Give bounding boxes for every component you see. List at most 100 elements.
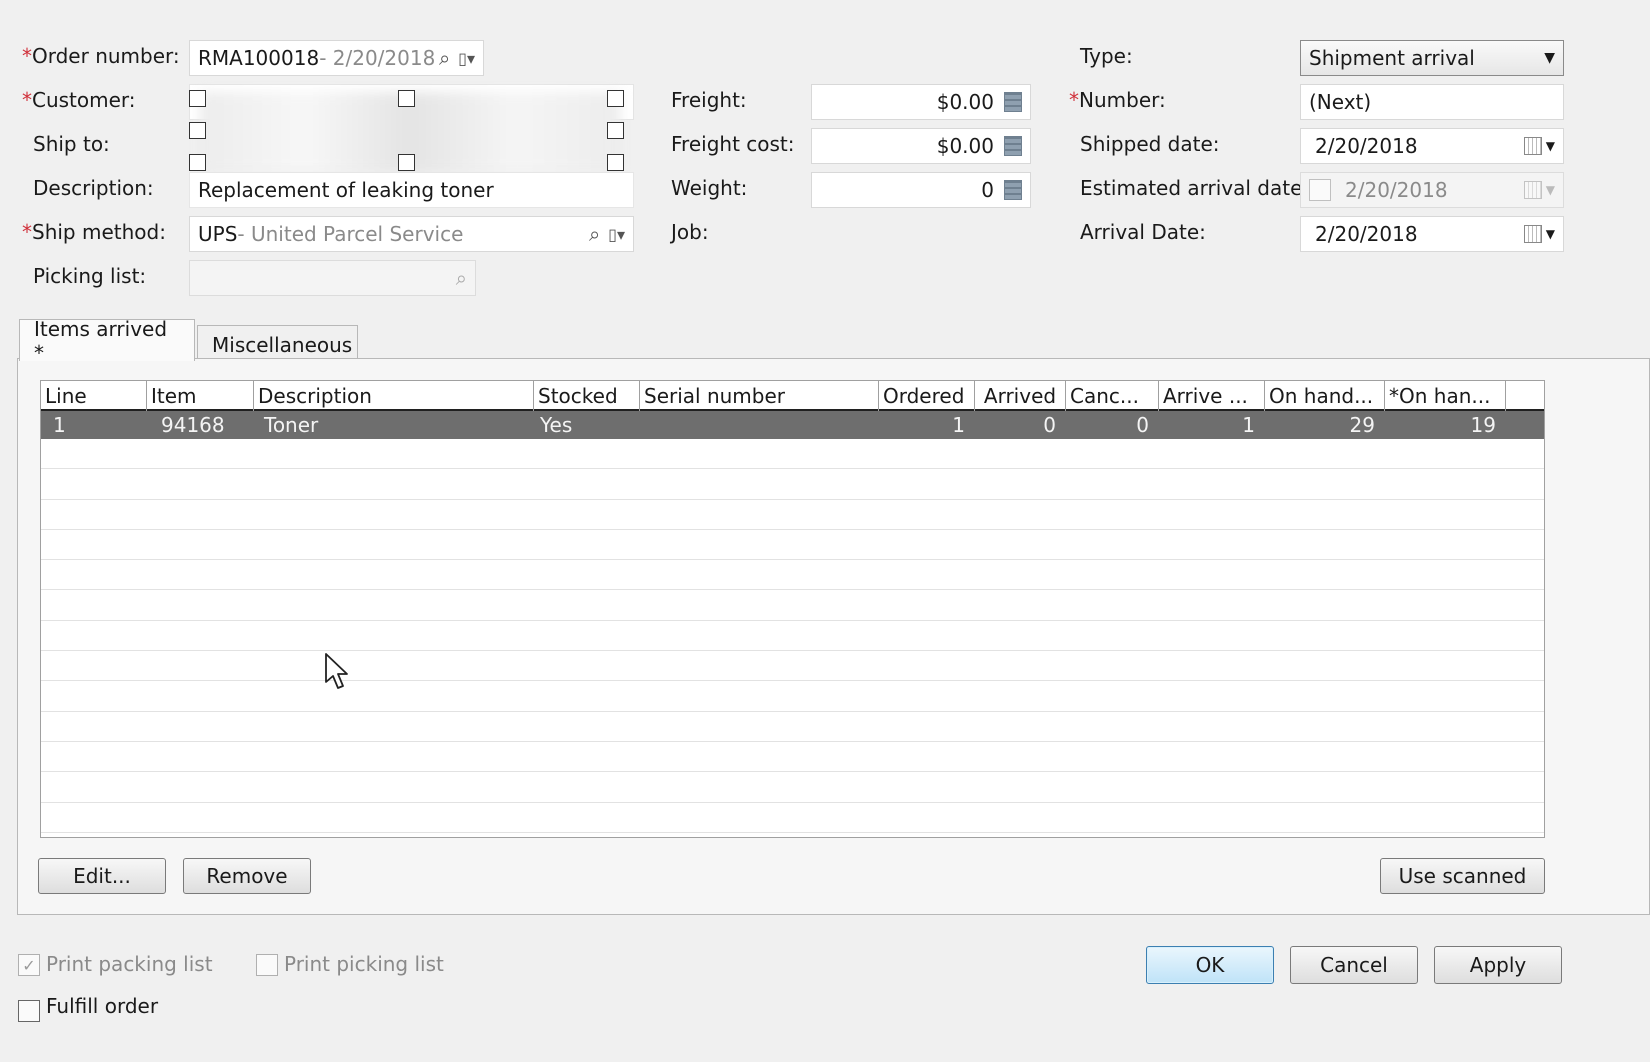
fulfill-order-checkbox[interactable] bbox=[18, 1000, 40, 1022]
calculator-icon[interactable] bbox=[1004, 92, 1022, 112]
tab-items-arrived[interactable]: Items arrived * bbox=[19, 317, 195, 365]
print-picking-list-label[interactable]: Print picking list bbox=[284, 952, 444, 976]
cell-stocked: Yes bbox=[540, 413, 573, 437]
cell-on-hand-after: 19 bbox=[1470, 413, 1496, 437]
column-header[interactable]: Serial number bbox=[640, 381, 879, 411]
empty-row bbox=[41, 500, 1544, 530]
ok-button[interactable]: OK bbox=[1146, 946, 1274, 984]
calendar-icon[interactable] bbox=[1523, 137, 1542, 155]
required-mark: * bbox=[22, 44, 32, 68]
chevron-down-icon[interactable]: ▼ bbox=[1546, 227, 1555, 241]
print-packing-list-label[interactable]: Print packing list bbox=[46, 952, 213, 976]
description-value: Replacement of leaking toner bbox=[198, 178, 494, 202]
lookup-icon[interactable]: ⌕ bbox=[589, 222, 600, 246]
items-grid[interactable]: Line Item Description Stocked Serial num… bbox=[40, 380, 1545, 838]
chevron-down-icon: ▼ bbox=[1545, 183, 1555, 197]
customer-label-text: Customer: bbox=[32, 88, 136, 112]
cell-arrived: 0 bbox=[1043, 413, 1056, 437]
estimated-arrival-value: 2/20/2018 bbox=[1345, 178, 1448, 202]
ship-method-field[interactable]: UPS - United Parcel Service ⌕ ▯▾ bbox=[189, 216, 634, 252]
resize-handle[interactable] bbox=[189, 122, 206, 139]
cell-cancelled: 0 bbox=[1136, 413, 1149, 437]
estimated-arrival-field[interactable]: 2/20/2018 ▼ bbox=[1300, 172, 1564, 208]
type-value: Shipment arrival bbox=[1309, 46, 1475, 70]
picking-list-field: ⌕ bbox=[189, 260, 476, 296]
column-header[interactable]: Stocked bbox=[534, 381, 640, 411]
freight-cost-field[interactable]: $0.00 bbox=[811, 128, 1031, 164]
weight-label: Weight: bbox=[671, 176, 748, 200]
type-select[interactable]: Shipment arrival ▼ bbox=[1300, 40, 1564, 76]
column-header[interactable]: On hand... bbox=[1265, 381, 1385, 411]
empty-row bbox=[41, 530, 1544, 561]
weight-field[interactable]: 0 bbox=[811, 172, 1031, 208]
empty-row bbox=[41, 439, 1544, 470]
mouse-cursor-icon bbox=[325, 653, 348, 689]
shipped-date-field[interactable]: 2/20/2018 ▼ bbox=[1300, 128, 1564, 164]
resize-handle[interactable] bbox=[398, 154, 415, 171]
empty-row bbox=[41, 590, 1544, 621]
chevron-down-icon[interactable]: ▼ bbox=[1546, 139, 1555, 153]
column-header-filler bbox=[1506, 381, 1544, 411]
column-header[interactable]: Item bbox=[147, 381, 254, 411]
print-packing-list-checkbox[interactable]: ✓ bbox=[18, 954, 40, 976]
lookup-icon[interactable]: ⌕ bbox=[439, 46, 450, 70]
ship-method-label: *Ship method: bbox=[22, 220, 166, 244]
calculator-icon[interactable] bbox=[1004, 180, 1022, 200]
resize-handle[interactable] bbox=[189, 154, 206, 171]
print-picking-list-checkbox[interactable] bbox=[256, 954, 278, 976]
shipped-date-value: 2/20/2018 bbox=[1315, 134, 1418, 158]
column-header[interactable]: Arrive ... bbox=[1159, 381, 1265, 411]
estimated-arrival-checkbox[interactable] bbox=[1309, 179, 1331, 201]
order-number-value: RMA100018 bbox=[198, 46, 320, 70]
column-header[interactable]: *On han... bbox=[1385, 381, 1506, 411]
fulfill-order-label[interactable]: Fulfill order bbox=[46, 994, 158, 1018]
order-number-field[interactable]: RMA100018 - 2/20/2018 ⌕ ▯▾ bbox=[189, 40, 484, 76]
calculator-icon[interactable] bbox=[1004, 136, 1022, 156]
cell-arrive: 1 bbox=[1242, 413, 1255, 437]
required-mark: * bbox=[22, 88, 32, 112]
remove-button[interactable]: Remove bbox=[183, 858, 311, 894]
empty-row bbox=[41, 560, 1544, 591]
cancel-button[interactable]: Cancel bbox=[1290, 946, 1418, 984]
column-header[interactable]: Arrived bbox=[975, 381, 1066, 411]
freight-field[interactable]: $0.00 bbox=[811, 84, 1031, 120]
table-row[interactable]: 1 94168 Toner Yes 1 0 0 1 29 19 bbox=[41, 411, 1544, 439]
cell-item: 94168 bbox=[161, 413, 225, 437]
description-field[interactable]: Replacement of leaking toner bbox=[189, 172, 634, 208]
dropdown-menu-icon[interactable]: ▯▾ bbox=[608, 225, 625, 244]
resize-handle[interactable] bbox=[607, 122, 624, 139]
freight-value: $0.00 bbox=[936, 90, 994, 114]
resize-handle[interactable] bbox=[607, 154, 624, 171]
customer-label: *Customer: bbox=[22, 88, 136, 112]
arrival-date-value: 2/20/2018 bbox=[1315, 222, 1418, 246]
chevron-down-icon[interactable]: ▼ bbox=[1544, 50, 1555, 66]
cell-filler bbox=[1506, 411, 1544, 439]
arrival-date-label: Arrival Date: bbox=[1080, 220, 1206, 244]
shipped-date-label: Shipped date: bbox=[1080, 132, 1220, 156]
lookup-icon: ⌕ bbox=[455, 266, 467, 290]
required-mark: * bbox=[22, 220, 32, 244]
use-scanned-button[interactable]: Use scanned bbox=[1380, 858, 1545, 894]
number-label: *Number: bbox=[1069, 88, 1166, 112]
arrival-date-field[interactable]: 2/20/2018 ▼ bbox=[1300, 216, 1564, 252]
dropdown-menu-icon[interactable]: ▯▾ bbox=[458, 49, 475, 68]
resize-handle[interactable] bbox=[189, 90, 206, 107]
empty-row bbox=[41, 469, 1544, 500]
empty-row bbox=[41, 681, 1544, 712]
order-number-suffix: - 2/20/2018 bbox=[319, 46, 435, 70]
order-number-label: *Order number: bbox=[22, 44, 180, 68]
number-field[interactable]: (Next) bbox=[1300, 84, 1564, 120]
calendar-icon[interactable] bbox=[1523, 225, 1542, 243]
resize-handle[interactable] bbox=[398, 90, 415, 107]
ship-method-value: UPS bbox=[198, 222, 238, 246]
cell-serial bbox=[640, 411, 879, 439]
apply-button[interactable]: Apply bbox=[1434, 946, 1562, 984]
column-header[interactable]: Ordered bbox=[879, 381, 975, 411]
resize-handle[interactable] bbox=[607, 90, 624, 107]
column-header[interactable]: Description bbox=[254, 381, 534, 411]
estimated-arrival-label: Estimated arrival date bbox=[1080, 176, 1303, 200]
column-header[interactable]: Line bbox=[41, 381, 147, 411]
edit-button[interactable]: Edit... bbox=[38, 858, 166, 894]
column-header[interactable]: Canc... bbox=[1066, 381, 1159, 411]
empty-row bbox=[41, 772, 1544, 803]
